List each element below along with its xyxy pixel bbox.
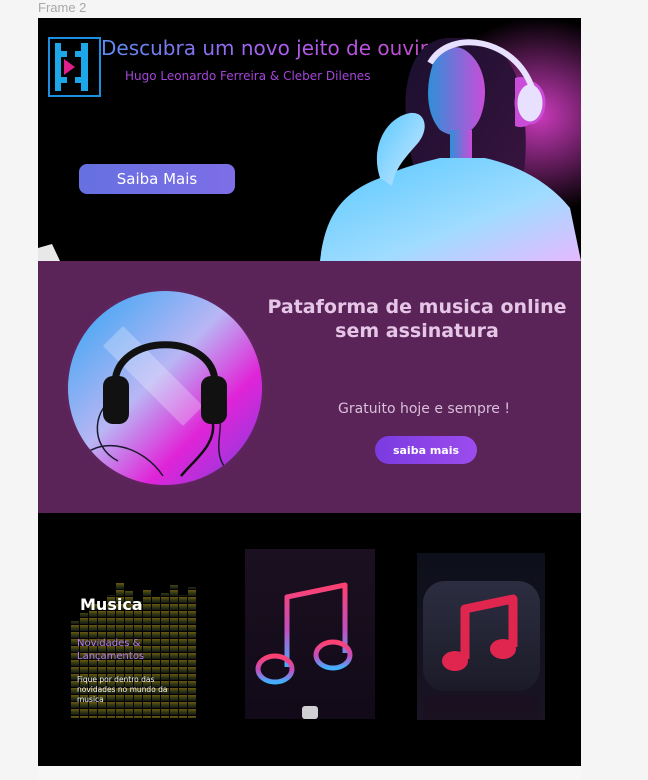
decorative-corner: [38, 244, 60, 261]
music-news-card[interactable]: Musica Novidades & Lançamentos Fique por…: [71, 583, 200, 718]
saiba-mais-small-button[interactable]: saiba mais: [375, 436, 477, 464]
card-description: Fique por dentro das novidades no mundo …: [77, 675, 168, 704]
headphones-icon: [63, 286, 267, 490]
card-title: Musica: [80, 595, 143, 614]
woman-with-headphones-photo: [300, 18, 581, 261]
hero-section: Descubra um novo jeito de ouvir Hugo Leo…: [38, 18, 581, 261]
platform-subtitle: Gratuito hoje e sempre !: [338, 401, 510, 417]
neon-music-note-icon: [245, 549, 375, 719]
platform-title: Pataforma de musica online sem assinatur…: [267, 296, 567, 342]
card-subtitle: Novidades & Lançamentos: [77, 638, 145, 662]
frame-label: Frame 2: [38, 0, 87, 15]
platform-section: Pataforma de musica online sem assinatur…: [38, 261, 581, 513]
music-player-logo-icon[interactable]: [48, 37, 101, 97]
neon-music-card[interactable]: [245, 549, 375, 719]
bottom-strip: [38, 766, 581, 780]
music-app-icon: [417, 553, 545, 720]
cards-section: Musica Novidades & Lançamentos Fique por…: [38, 513, 581, 766]
landing-page-frame: Descubra um novo jeito de ouvir Hugo Leo…: [38, 18, 581, 780]
saiba-mais-button[interactable]: Saiba Mais: [79, 164, 235, 194]
music-app-card[interactable]: [417, 553, 545, 720]
